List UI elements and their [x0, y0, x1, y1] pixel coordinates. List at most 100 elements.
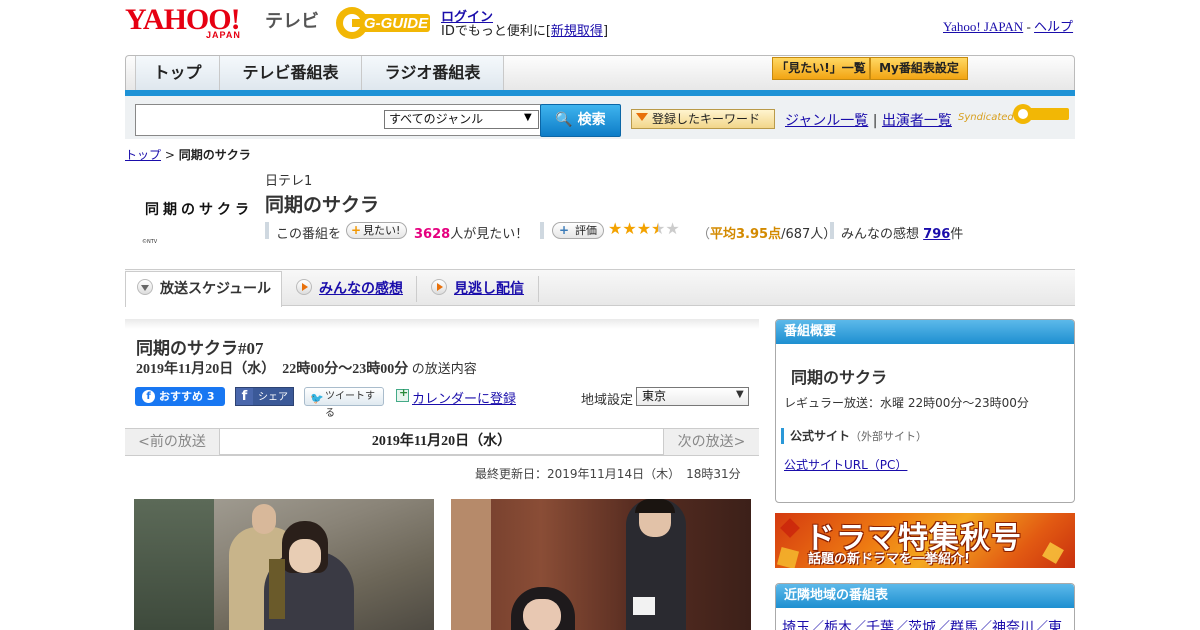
yahoo-japan-logo-text: JAPAN	[206, 30, 241, 40]
episode-photo	[451, 499, 751, 630]
keyword-arrow-icon	[636, 113, 648, 121]
region-select-arrow-icon: ▼	[736, 389, 744, 400]
facebook-icon: f	[142, 390, 155, 403]
channel-name: 日テレ1	[265, 174, 313, 189]
rating-text: （平均3.95点/687人）	[697, 223, 836, 242]
tweet-button[interactable]: 🐦 ツイートする	[304, 387, 384, 419]
episode-datetime: 2019年11月20日（水） 22時00分～23時00分 の放送内容	[136, 358, 477, 378]
overview-regular-broadcast: レギュラー放送：水曜 22時00分～23時00分	[784, 396, 1029, 410]
header-right-links: Yahoo! JAPAN - ヘルプ	[943, 16, 1073, 35]
star-icon: ★	[651, 219, 666, 238]
review-text: みんなの感想 796件	[841, 223, 963, 242]
genre-select-arrow-icon: ▼	[524, 112, 532, 123]
link-divider: |	[872, 113, 878, 129]
facebook-share-button[interactable]: f シェア	[235, 387, 294, 406]
add-to-calendar-link[interactable]: カレンダーに登録	[412, 388, 516, 407]
last-updated: 最終更新日：2019年11月14日（木） 18時31分	[475, 467, 741, 481]
id-register-text: IDでもっと便利に[新規取得]	[441, 20, 608, 39]
overview-title: 同期のサクラ	[791, 368, 888, 387]
tab-schedule-label: 放送スケジュール	[160, 281, 272, 297]
tab-divider	[416, 276, 417, 302]
help-link[interactable]: ヘルプ	[1034, 19, 1073, 34]
banner-subtitle: 話題の新ドラマを一挙紹介!	[808, 552, 970, 567]
info-separator	[540, 222, 544, 239]
genre-list-link[interactable]: ジャンル一覧	[785, 113, 868, 129]
syndicated-gguide-logo	[1013, 104, 1069, 124]
id-text-suffix: ]	[602, 24, 609, 39]
chevron-down-icon	[137, 279, 153, 295]
rating-count: /687人）	[781, 227, 837, 242]
facebook-icon: f	[236, 388, 253, 405]
genre-select[interactable]: すべてのジャンル	[384, 110, 539, 129]
tab-streaming[interactable]: 見逃し配信	[454, 278, 524, 298]
yahoo-japan-link[interactable]: Yahoo! JAPAN	[943, 19, 1023, 34]
tab-radio-schedule[interactable]: ラジオ番組表	[362, 56, 504, 90]
mitai-prefix: この番組を	[276, 227, 342, 242]
facebook-recommend-button[interactable]: f おすすめ 3	[135, 387, 225, 406]
program-logo-credit: ©NTV	[142, 239, 158, 245]
nearby-schedule-header: 近隣地域の番組表	[776, 584, 1074, 608]
rating-open: （	[697, 227, 711, 242]
gguide-logo[interactable]: G-GUIDE	[334, 5, 432, 41]
tab-tv-schedule[interactable]: テレビ番組表	[220, 56, 362, 90]
search-icon: 🔍	[555, 112, 573, 128]
program-overview-header: 番組概要	[776, 320, 1074, 344]
program-logo-text: 同期のサクラ	[145, 202, 253, 218]
my-schedule-settings-button[interactable]: My番組表設定	[870, 57, 968, 80]
review-count-link[interactable]: 796	[923, 227, 950, 242]
header-separator: -	[1026, 19, 1031, 34]
facebook-share-label: シェア	[258, 392, 288, 403]
tab-divider	[538, 276, 539, 302]
review-suffix: 件	[950, 227, 964, 242]
play-icon	[296, 279, 312, 295]
play-icon	[431, 279, 447, 295]
mitai-count-text: 3628人が見たい！	[414, 223, 528, 242]
tv-label[interactable]: テレビ	[265, 7, 319, 33]
star-icon: ★	[608, 219, 623, 238]
episode-datetime-suffix: の放送内容	[411, 362, 477, 377]
breadcrumb-separator: >	[164, 148, 175, 162]
next-broadcast-button[interactable]: 次の放送>	[663, 429, 759, 455]
gguide-logo-text: G-GUIDE	[364, 15, 429, 32]
info-separator	[265, 222, 269, 239]
previous-broadcast-button[interactable]: <前の放送	[125, 429, 220, 455]
official-site-heading: 公式サイト（外部サイト）	[781, 428, 927, 444]
rate-button-label: 評価	[575, 224, 597, 237]
tweet-label: ツイートする	[325, 391, 375, 419]
rate-button[interactable]: + 評価	[552, 222, 604, 239]
calendar-icon: +	[396, 386, 409, 402]
breadcrumb-current: 同期のサクラ	[178, 148, 251, 162]
region-select[interactable]: 東京	[636, 387, 749, 406]
tab-reviews[interactable]: みんなの感想	[319, 278, 403, 298]
search-links: ジャンル一覧 | 出演者一覧	[785, 110, 952, 130]
star-icon: ★	[636, 219, 652, 238]
register-link[interactable]: 新規取得	[551, 24, 603, 39]
plus-icon: +	[559, 223, 570, 237]
program-title: 同期のサクラ	[265, 194, 380, 216]
episode-title: 同期のサクラ#07	[136, 339, 264, 358]
info-separator	[830, 222, 834, 239]
program-overview-box: 番組概要	[775, 319, 1075, 503]
search-button[interactable]: 🔍 検索	[540, 104, 621, 137]
id-text-prefix: IDでもっと便利に[	[441, 24, 551, 39]
nearby-region-links[interactable]: 埼玉／栃木／千葉／茨城／群馬／神奈川／東	[782, 617, 1072, 630]
syndicated-label: Syndicated	[958, 112, 1014, 123]
plus-icon: +	[351, 223, 362, 237]
cast-list-link[interactable]: 出演者一覧	[882, 113, 952, 129]
registered-keyword-button[interactable]: 登録したキーワード	[631, 109, 775, 129]
official-site-note: （外部サイト）	[850, 430, 928, 443]
rating-average: 平均3.95点	[710, 227, 782, 242]
star-rating: ★★★★★	[608, 221, 680, 237]
episode-datetime-value: 2019年11月20日（水） 22時00分～23時00分	[136, 362, 409, 377]
star-icon: ★	[622, 219, 637, 238]
official-site-label: 公式サイト	[790, 429, 851, 443]
episode-photo	[134, 499, 434, 630]
tab-top[interactable]: トップ	[135, 56, 220, 90]
facebook-recommend-label: おすすめ 3	[159, 390, 215, 403]
mitai-list-button[interactable]: 「見たい!」一覧	[772, 57, 870, 80]
region-label: 地域設定	[581, 393, 634, 408]
official-site-url-link[interactable]: 公式サイトURL（PC）	[784, 456, 907, 473]
mitai-button[interactable]: + 見たい!	[346, 222, 408, 239]
breadcrumb-top-link[interactable]: トップ	[125, 148, 161, 162]
mitai-suffix: 人が見たい！	[450, 227, 529, 242]
